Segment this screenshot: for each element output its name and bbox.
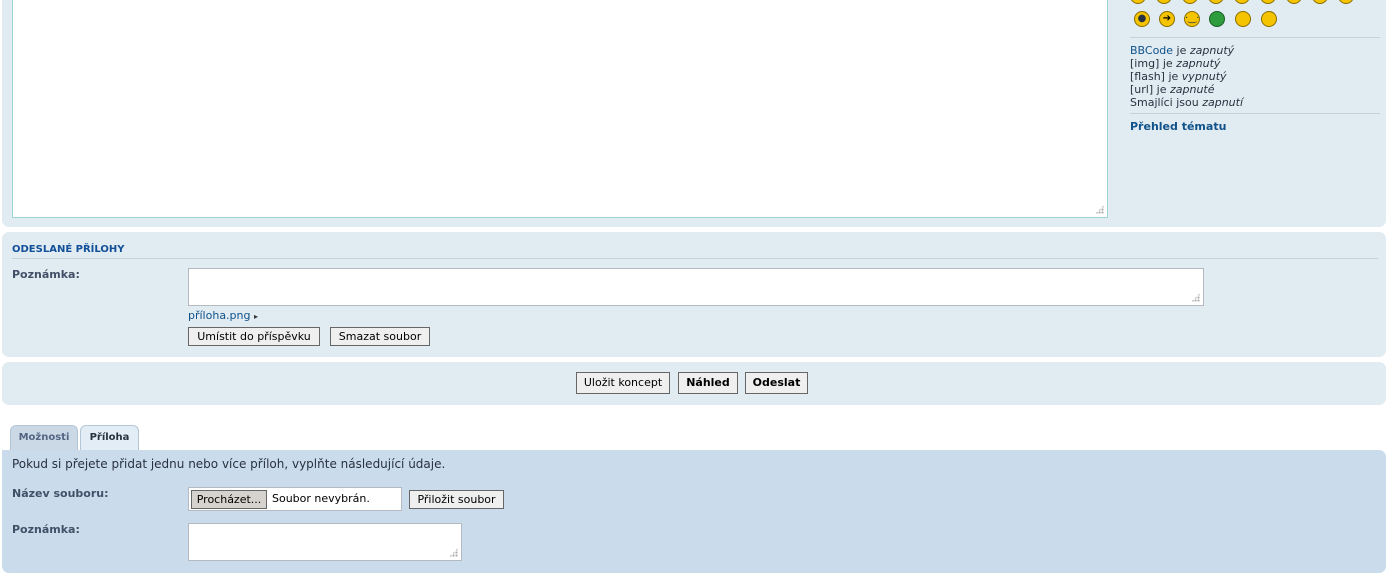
tab-options[interactable]: Možnosti — [10, 425, 78, 450]
resize-grip-icon[interactable] — [1095, 205, 1104, 214]
message-panel: ● ➔ ·‿· BBCode je zapnutý [img] je zapnu… — [2, 0, 1386, 227]
img-status: [img] je zapnutý — [1130, 57, 1221, 70]
smiley-icon[interactable] — [1130, 0, 1146, 4]
preview-button[interactable]: Náhled — [678, 372, 738, 394]
smiley-icon[interactable] — [1182, 0, 1198, 4]
place-inline-button[interactable]: Umístit do příspěvku — [188, 327, 320, 346]
arrow-icon[interactable]: ➔ — [1159, 11, 1175, 27]
submit-buttons-panel: Uložit koncept Náhled Odeslat — [2, 362, 1386, 405]
sidebar-divider — [1130, 113, 1380, 114]
attach-file-button[interactable]: Přiložit soubor — [409, 490, 504, 509]
topic-review-link[interactable]: Přehled tématu — [1130, 120, 1226, 133]
bbcode-status: BBCode je zapnutý — [1130, 44, 1235, 57]
upload-instructions: Pokud si přejete přidat jednu nebo více … — [12, 457, 446, 471]
no-file-text: Soubor nevybrán. — [272, 492, 370, 505]
upload-comment-textarea[interactable] — [188, 523, 462, 561]
message-textarea[interactable] — [12, 0, 1108, 218]
smiley-icon[interactable] — [1156, 0, 1172, 4]
smiley-icon[interactable] — [1312, 0, 1328, 4]
save-draft-button[interactable]: Uložit koncept — [576, 372, 670, 394]
attachment-comment-label: Poznámka: — [12, 268, 80, 281]
glasses-face-icon[interactable] — [1235, 11, 1251, 27]
smiley-icon[interactable] — [1338, 0, 1354, 4]
smiley-icon[interactable] — [1234, 0, 1250, 4]
uploaded-attachments-panel: Odeslané přílohy Poznámka: příloha.png ▸… — [2, 232, 1386, 357]
external-arrow-icon: ▸ — [254, 312, 259, 321]
filename-label: Název souboru: — [12, 487, 109, 500]
delete-file-button[interactable]: Smazat soubor — [330, 327, 430, 346]
attachments-divider — [12, 258, 1378, 259]
attachment-file-link[interactable]: příloha.png ▸ — [188, 309, 258, 322]
resize-grip-icon[interactable] — [1191, 293, 1200, 302]
resize-grip-icon[interactable] — [449, 548, 458, 557]
smiley-icon[interactable] — [1286, 0, 1302, 4]
sidebar-divider — [1130, 37, 1380, 38]
submit-button[interactable]: Odeslat — [745, 372, 808, 394]
browse-button[interactable]: Procházet... — [191, 490, 267, 509]
neutral-face-icon[interactable]: ·‿· — [1184, 11, 1200, 27]
smiley-icon[interactable] — [1208, 0, 1224, 4]
smiley-icon[interactable] — [1260, 0, 1276, 4]
smilies-status: Smajlíci jsou zapnutí — [1130, 96, 1244, 109]
geek-face-icon[interactable] — [1261, 11, 1277, 27]
green-face-icon[interactable] — [1209, 11, 1225, 27]
attachments-heading: Odeslané přílohy — [12, 244, 125, 255]
file-input[interactable]: Procházet... Soubor nevybrán. — [188, 487, 402, 511]
lightbulb-icon[interactable]: ● — [1134, 11, 1150, 27]
attachment-comment-textarea[interactable] — [188, 268, 1204, 306]
url-status: [url] je zapnuté — [1130, 83, 1215, 96]
tab-attachment[interactable]: Příloha — [80, 425, 139, 450]
upload-comment-label: Poznámka: — [12, 523, 80, 536]
flash-status: [flash] je vypnutý — [1130, 70, 1227, 83]
upload-attachment-panel: Pokud si přejete přidat jednu nebo více … — [2, 450, 1386, 573]
bbcode-link[interactable]: BBCode — [1130, 44, 1173, 57]
